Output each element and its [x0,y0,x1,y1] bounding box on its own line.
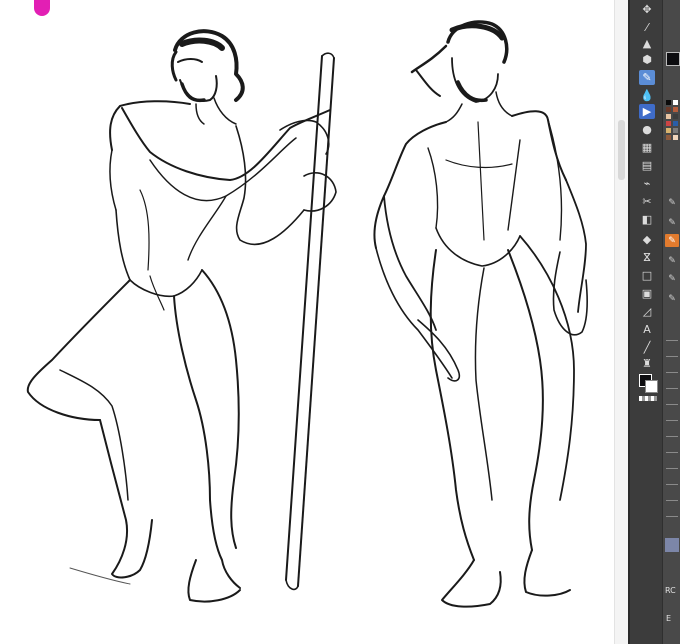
pen-sub-6-icon[interactable]: ✎ [665,292,679,305]
text-icon[interactable]: A [639,322,655,337]
figure-icon[interactable]: ◿ [639,304,655,319]
palette-color-cell[interactable] [666,128,671,133]
brush-size-preview[interactable] [666,436,678,437]
scrollbar-thumb[interactable] [618,120,625,180]
pen-sub-5-icon[interactable]: ✎ [665,272,679,285]
brush-size-preview[interactable] [666,452,678,453]
palette-color-cell[interactable] [666,135,671,140]
fill-icon[interactable]: ◆ [639,232,655,247]
pen-sub-4-icon[interactable]: ✎ [665,254,679,267]
correct-line-icon[interactable]: ⌁ [639,176,655,191]
sub-tool-palette: ✎ ✎ ✎ ✎ ✎ ✎ RC E [662,0,680,644]
brush-size-preview[interactable] [666,372,678,373]
brush-size-preview[interactable] [666,484,678,485]
brush-icon[interactable]: ╱ [639,340,655,355]
palette-color-cell[interactable] [666,121,671,126]
brush-size-preview[interactable] [666,388,678,389]
brush-size-preview[interactable] [666,404,678,405]
eb-label: E [666,614,672,623]
ruler-icon[interactable]: ▤ [639,158,655,173]
current-color-chip[interactable] [666,52,680,66]
palette-color-cell[interactable] [666,107,671,112]
square-select-icon[interactable]: □ [639,268,655,283]
vector-select-icon[interactable]: ▶ [639,104,655,119]
brush-size-preview[interactable] [666,340,678,341]
canvas-vertical-scrollbar[interactable] [614,0,629,644]
palette-color-cell[interactable] [673,135,678,140]
drawing-canvas[interactable] [0,0,628,644]
grid-icon[interactable]: ▦ [639,140,655,155]
eyedropper-icon[interactable]: ⁄ [639,20,655,35]
airbrush-icon[interactable]: ● [639,122,655,137]
stamp-icon[interactable]: ♜ [639,356,655,371]
palette-color-cell[interactable] [666,114,671,119]
palette-color-cell[interactable] [673,107,678,112]
palette-color-cell[interactable] [673,128,678,133]
brush-size-preview[interactable] [666,500,678,501]
pen-icon[interactable]: ✎ [639,70,655,85]
color-wheel-indicator[interactable] [34,0,50,16]
pen-sub-1-icon[interactable]: ✎ [665,196,679,209]
pen-sub-2-icon[interactable]: ✎ [665,216,679,229]
brush-size-preview[interactable] [666,356,678,357]
rc-label: RC [665,586,676,595]
eraser-icon[interactable]: ⬢ [639,52,655,67]
palette-color-cell[interactable] [666,100,671,105]
selected-layer-indicator[interactable] [665,538,679,552]
transparent-color-swatch[interactable] [639,396,657,401]
palette-color-cell[interactable] [673,121,678,126]
figure-sketch-artwork [26,20,588,608]
scissors-icon[interactable]: ✂ [639,194,655,209]
tool-palette: ✥ ⁄ ▲ ⬢ ✎ 💧 ▶ ● ▦ ▤ ⌁ ✂ ◧ ◆ ⴵ □ ▣ ◿ A ╱ ♜ [628,0,662,644]
brush-size-preview[interactable] [666,420,678,421]
brush-size-preview[interactable] [666,516,678,517]
decoration-icon[interactable]: ⴵ [639,250,655,265]
brush-size-preview[interactable] [666,468,678,469]
pen-sub-3-icon[interactable]: ✎ [665,234,679,247]
palette-color-cell[interactable] [673,114,678,119]
gradient-icon[interactable]: ◧ [639,212,655,227]
water-drop-icon[interactable]: 💧 [639,88,655,103]
move-icon[interactable]: ✥ [639,2,655,17]
sub-color-swatch[interactable] [645,380,658,393]
palette-color-cell[interactable] [673,100,678,105]
blend-icon[interactable]: ▲ [639,36,655,51]
frame-icon[interactable]: ▣ [639,286,655,301]
